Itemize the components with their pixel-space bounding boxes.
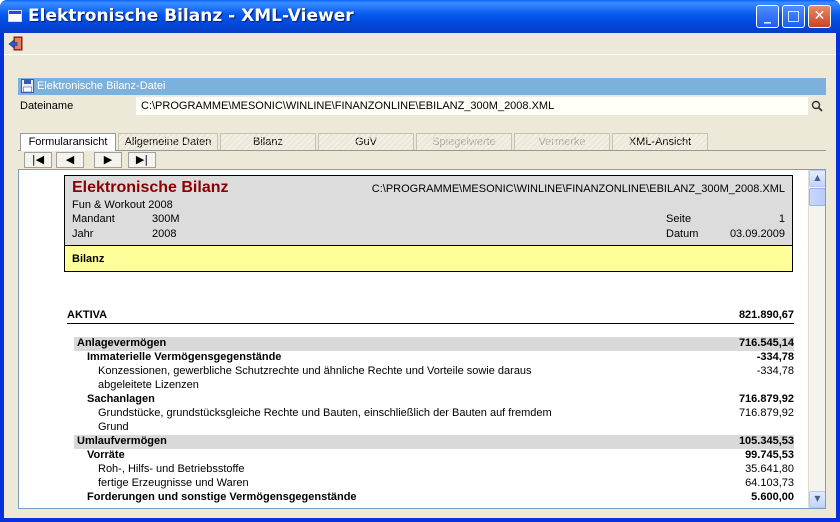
report-header: Elektronische Bilanz C:\PROGRAMME\MESONI… [64,175,793,272]
first-page-button[interactable]: |◀ [24,152,52,168]
record-navigation: |◀ ◀ ▶ ▶| [18,150,826,168]
toolbar [4,33,836,55]
datum-label: Datum [666,228,699,240]
company-name: Fun & Workout 2008 [72,199,173,211]
table-row: Roh-, Hilfs- und Betriebsstoffe 35.641,8… [98,463,794,475]
floppy-disk-icon [21,79,34,93]
table-row: Anlagevermögen 716.545,14 [74,337,794,351]
tab-formularansicht[interactable]: Formularansicht [20,133,116,151]
report-section-banner: Bilanz [65,245,792,271]
mandant-label: Mandant [72,213,115,225]
previous-page-button[interactable]: ◀ [56,152,84,168]
table-row: Grund [98,421,129,433]
app-window: Elektronische Bilanz - XML-Viewer _ □ ✕ … [0,0,840,522]
jahr-label: Jahr [72,228,94,240]
scroll-up-button[interactable]: ▲ [809,170,825,187]
maximize-button[interactable]: □ [782,5,805,28]
next-page-button[interactable]: ▶ [94,152,122,168]
scroll-thumb[interactable] [809,188,825,206]
exit-door-icon[interactable] [8,36,24,52]
table-row: Umlaufvermögen 105.345,53 [74,435,794,449]
report-file-path: C:\PROGRAMME\MESONIC\WINLINE\FINANZONLIN… [371,183,785,195]
search-icon[interactable] [808,97,826,115]
tab-bilanz[interactable]: Bilanz [220,133,316,150]
tab-strip: Formularansicht Allgemeine Daten Bilanz … [18,133,826,151]
table-row: abgeleitete Lizenzen [98,379,199,391]
tab-guv[interactable]: GuV [318,133,414,150]
seite-value: 1 [778,213,785,225]
client-area: Elektronische Bilanz-Datei Dateiname C:\… [4,33,836,518]
table-row: Immaterielle Vermögensgegenstände -334,7… [87,351,794,363]
report-viewer[interactable]: Elektronische Bilanz C:\PROGRAMME\MESONI… [18,169,826,509]
app-window-icon [8,10,22,22]
report-section-title: Bilanz [72,253,105,265]
window-title: Elektronische Bilanz - XML-Viewer [28,6,354,26]
table-row: Konzessionen, gewerbliche Schutzrechte u… [98,365,794,377]
filename-input[interactable]: C:\PROGRAMME\MESONIC\WINLINE\FINANZONLIN… [136,97,808,115]
title-bar[interactable]: Elektronische Bilanz - XML-Viewer _ □ ✕ [0,0,840,33]
tab-vermerke[interactable]: Vermerke [514,133,610,150]
jahr-value: 2008 [152,228,177,240]
report-header-info: Elektronische Bilanz C:\PROGRAMME\MESONI… [65,176,792,245]
filename-row: Dateiname C:\PROGRAMME\MESONIC\WINLINE\F… [18,97,826,115]
table-row: Forderungen und sonstige Vermögensgegens… [87,491,794,503]
table-row: Grundstücke, grundstücksgleiche Rechte u… [98,407,794,419]
tab-allgemeine-daten[interactable]: Allgemeine Daten [118,133,218,150]
minimize-button[interactable]: _ [756,5,779,28]
scroll-down-button[interactable]: ▼ [809,491,825,508]
tab-xml-ansicht[interactable]: XML-Ansicht [612,133,708,150]
table-row: Sachanlagen 716.879,92 [87,393,794,405]
divider [67,323,794,324]
table-row: Vorräte 99.745,53 [87,449,794,461]
section-header: Elektronische Bilanz-Datei [18,78,826,95]
last-page-button[interactable]: ▶| [128,152,156,168]
seite-label: Seite [666,213,692,225]
table-row: AKTIVA 821.890,67 [67,309,794,321]
tab-spiegelwerte[interactable]: Spiegelwerte [416,133,512,150]
filename-label: Dateiname [20,100,74,112]
vertical-scrollbar[interactable]: ▲ ▼ [808,170,825,508]
datum-value: 03.09.2009 [729,228,785,240]
close-button[interactable]: ✕ [808,5,831,28]
table-row: fertige Erzeugnisse und Waren 64.103,73 [98,477,794,489]
report-title: Elektronische Bilanz [72,179,229,196]
mandant-value: 300M [152,213,180,225]
section-title: Elektronische Bilanz-Datei [37,80,166,92]
